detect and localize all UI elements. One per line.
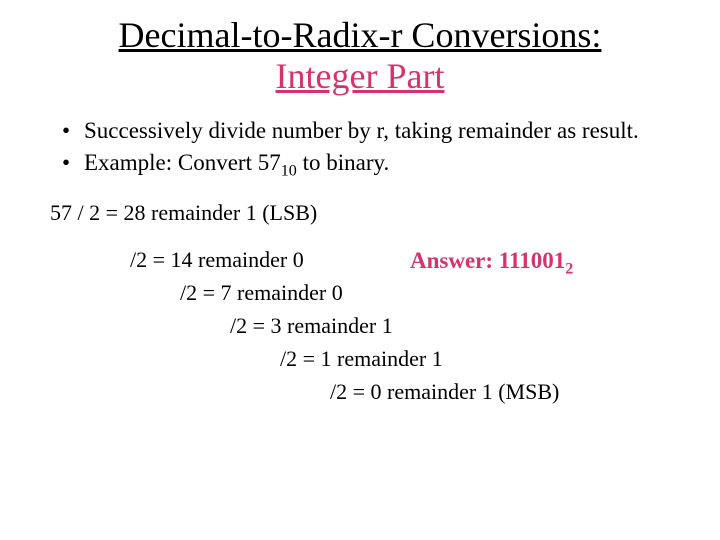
title-line1: Decimal-to-Radix-r Conversions: [119,15,602,55]
step-line: /2 = 1 remainder 1 [280,342,670,375]
subscript: 2 [565,260,573,277]
answer-text: Answer: 111001 [410,248,565,273]
bullet-item: • Example: Convert 5710 to binary. [60,148,670,178]
bullet-text: Example: Convert 5710 to binary. [84,148,670,178]
step-line: /2 = 3 remainder 1 [230,309,670,342]
step-line: 57 / 2 = 28 remainder 1 (LSB) [50,196,670,229]
step-line: /2 = 7 remainder 0 [180,276,670,309]
bullet-text-pre: Example: Convert 57 [84,150,281,175]
bullet-text: Successively divide number by r, taking … [84,116,670,146]
slide: Decimal-to-Radix-r Conversions: Integer … [0,0,720,428]
slide-title: Decimal-to-Radix-r Conversions: Integer … [50,15,670,98]
bullet-dot-icon: • [60,116,84,146]
bullet-list: • Successively divide number by r, takin… [60,116,670,178]
bullet-text-post: to binary. [297,150,389,175]
conversion-steps: 57 / 2 = 28 remainder 1 (LSB) /2 = 14 re… [50,196,670,408]
bullet-item: • Successively divide number by r, takin… [60,116,670,146]
step-line: /2 = 0 remainder 1 (MSB) [330,375,670,408]
subscript: 10 [281,162,297,179]
title-line2: Integer Part [276,56,445,96]
step-line: /2 = 14 remainder 0 [130,243,670,276]
answer-label: Answer: 1110012 [410,244,573,279]
bullet-dot-icon: • [60,148,84,178]
